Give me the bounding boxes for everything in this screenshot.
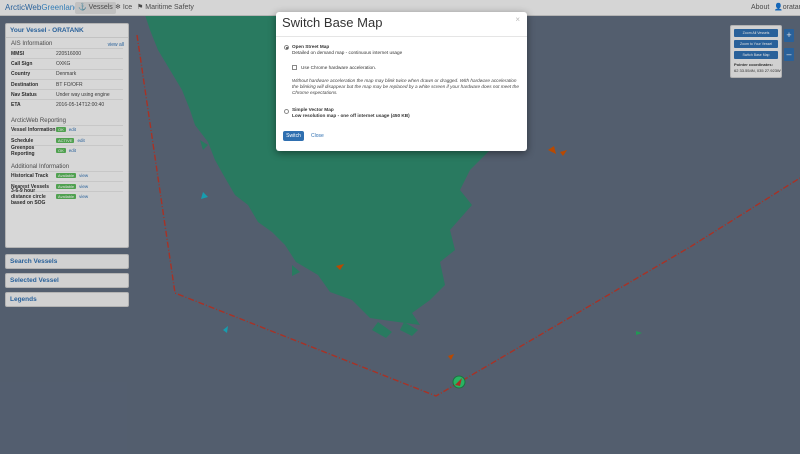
vector-map-description: Low resolution map - one off internet us…: [292, 113, 410, 118]
osm-description: Detailed on demand map - continuous inte…: [292, 50, 403, 55]
close-link[interactable]: Close: [311, 133, 324, 139]
vector-map-title: Simple Vector Map: [292, 107, 334, 112]
dialog-title: Switch Base Map: [282, 15, 383, 30]
osm-title: Open Street Map: [292, 44, 330, 49]
osm-radio[interactable]: [284, 45, 289, 50]
switch-base-map-dialog: Switch Base Map × Open Street Map Detail…: [276, 12, 527, 151]
dialog-divider: [276, 36, 527, 37]
close-icon[interactable]: ×: [515, 15, 520, 24]
chrome-acceleration-note: Without hardware acceleration the map ma…: [292, 78, 519, 96]
vector-map-radio[interactable]: [284, 109, 289, 114]
chrome-acceleration-label: Use Chrome hardware acceleration.: [301, 65, 377, 70]
chrome-acceleration-checkbox[interactable]: [292, 65, 297, 70]
switch-button[interactable]: Switch: [283, 131, 304, 141]
